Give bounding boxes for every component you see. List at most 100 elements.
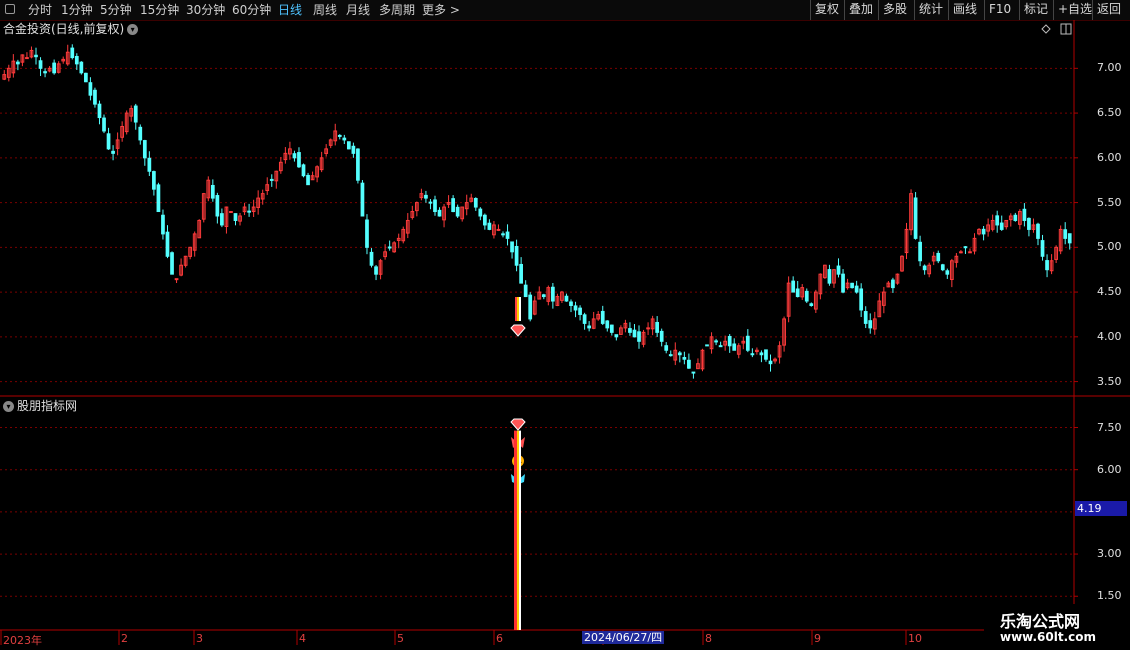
y-tick-label: 5.00 xyxy=(1097,240,1122,254)
candle-body xyxy=(16,61,20,65)
candle-body xyxy=(387,246,392,249)
candle-body xyxy=(97,103,102,119)
candle-body xyxy=(854,285,859,293)
signal-bar xyxy=(515,297,517,321)
x-tick-label: 8 xyxy=(705,632,712,645)
candle-body xyxy=(170,252,174,275)
candle-body xyxy=(981,228,986,235)
candle-body xyxy=(346,141,351,150)
candle-body xyxy=(138,126,143,141)
candle-body xyxy=(945,270,950,275)
candle-body xyxy=(863,311,868,324)
candle-body xyxy=(936,252,941,262)
candle-body xyxy=(1013,214,1018,221)
y-tick-label: 6.00 xyxy=(1097,462,1122,476)
candle-body xyxy=(569,301,573,306)
candle-body xyxy=(156,184,161,213)
candle-body xyxy=(38,60,43,69)
candle-body xyxy=(496,228,501,231)
candle-body xyxy=(478,208,483,217)
signal-bar xyxy=(517,297,519,321)
candle-body xyxy=(528,294,533,320)
candle-body xyxy=(827,269,832,284)
candle-body xyxy=(229,211,233,214)
candle-body xyxy=(360,182,365,217)
watermark-title: 乐淘公式网 xyxy=(1000,612,1081,631)
candle-body xyxy=(963,246,968,249)
candle-body xyxy=(691,371,696,374)
watermark-url: www.60lt.com xyxy=(1000,630,1097,644)
y-tick-label: 6.00 xyxy=(1097,150,1122,164)
candle-body xyxy=(487,222,492,230)
candle-body xyxy=(337,134,342,137)
candle-body xyxy=(111,150,115,154)
candle-body xyxy=(147,157,152,172)
candle-body xyxy=(505,231,510,239)
candle-body xyxy=(374,266,378,275)
candle-body xyxy=(646,327,650,330)
candle-body xyxy=(483,214,487,226)
candle-body xyxy=(913,197,918,239)
candle-body xyxy=(664,345,669,351)
candle-body xyxy=(995,215,1000,226)
x-tick-label: 10 xyxy=(908,632,922,645)
candle-body xyxy=(605,320,610,329)
indicator-bar xyxy=(514,430,517,630)
candle-body xyxy=(727,335,732,347)
candle-body xyxy=(455,206,460,217)
signal-bar xyxy=(519,297,521,321)
candle-body xyxy=(365,219,369,248)
candle-body xyxy=(215,195,220,217)
gem-icon xyxy=(510,324,526,337)
x-tick-label: 6 xyxy=(496,632,503,645)
candle-body xyxy=(940,264,945,271)
candle-body xyxy=(768,360,773,365)
candle-body xyxy=(428,201,433,204)
candle-body xyxy=(841,273,845,293)
candle-body xyxy=(43,71,47,74)
candle-body xyxy=(632,329,637,338)
y-tick-label: 4.50 xyxy=(1097,285,1122,299)
candle-body xyxy=(152,171,156,190)
candle-body xyxy=(79,61,84,74)
candle-body xyxy=(523,284,528,298)
candle-body xyxy=(210,184,215,199)
candle-body xyxy=(1063,229,1068,239)
candle-body xyxy=(868,320,873,329)
x-tick-label: 2023年 xyxy=(3,634,42,647)
candle-body xyxy=(804,290,809,302)
y-tick-label: 5.50 xyxy=(1097,195,1122,209)
candle-body xyxy=(859,288,864,311)
candle-body xyxy=(88,82,93,96)
candle-body xyxy=(918,241,922,262)
candle-body xyxy=(174,278,179,281)
candle-body xyxy=(714,340,718,343)
candle-body xyxy=(451,198,455,213)
stock-chart[interactable] xyxy=(0,0,1130,650)
candle-body xyxy=(1027,217,1031,230)
y-tick-label: 1.50 xyxy=(1097,589,1122,603)
candle-body xyxy=(424,194,428,199)
candle-body xyxy=(34,54,38,58)
candle-body xyxy=(369,251,374,266)
candle-body xyxy=(573,305,578,311)
candle-body xyxy=(959,251,963,254)
candle-body xyxy=(582,314,587,324)
indicator-current-value: 4.19 xyxy=(1075,501,1127,516)
candle-body xyxy=(564,295,569,302)
candle-body xyxy=(52,62,56,74)
candle-body xyxy=(342,137,347,141)
y-tick-label: 7.00 xyxy=(1097,61,1122,75)
x-tick-label: 9 xyxy=(814,632,821,645)
candle-body xyxy=(142,140,147,159)
candle-body xyxy=(356,148,360,181)
candle-body xyxy=(161,214,165,235)
x-tick-label: 3 xyxy=(196,632,203,645)
x-tick-label: 5 xyxy=(397,632,404,645)
candle-body xyxy=(1045,260,1049,271)
y-tick-label: 3.50 xyxy=(1097,374,1122,388)
candle-body xyxy=(791,280,796,293)
candle-body xyxy=(587,325,592,329)
candle-body xyxy=(795,288,800,298)
candle-body xyxy=(745,335,750,351)
